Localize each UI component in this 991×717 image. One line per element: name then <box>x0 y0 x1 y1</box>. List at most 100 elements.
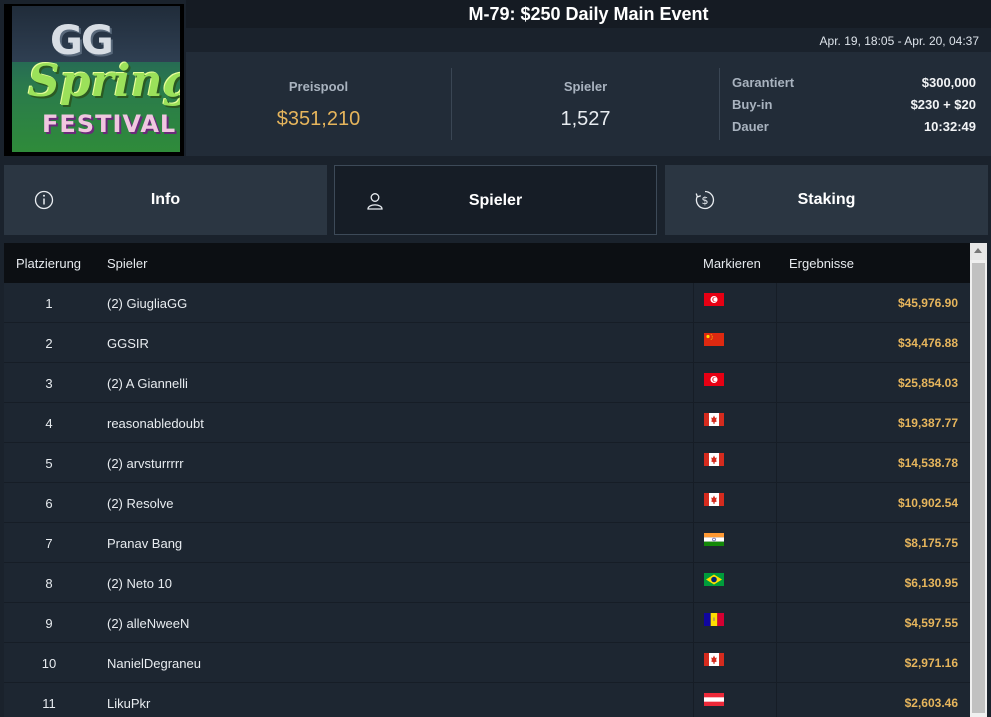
column-divider <box>693 363 694 403</box>
row-result: $14,538.78 <box>897 456 958 470</box>
column-divider <box>693 523 694 563</box>
row-result: $8,175.75 <box>904 536 958 550</box>
column-divider <box>776 363 777 403</box>
table-row[interactable]: 1 (2) GiugliaGG $45,976.90 <box>4 283 970 323</box>
row-rank: 3 <box>45 376 53 391</box>
column-divider <box>693 323 694 363</box>
row-player-name: (2) arvsturrrrr <box>107 456 184 471</box>
row-rank: 5 <box>45 456 53 471</box>
canada-flag-icon[interactable] <box>704 453 724 466</box>
guaranteed-label: Garantiert <box>732 75 795 90</box>
column-divider <box>776 643 777 683</box>
column-divider <box>693 563 694 603</box>
row-player-name: Pranav Bang <box>107 536 183 551</box>
event-logo: GG Spring FESTIVAL <box>4 4 184 156</box>
row-rank: 9 <box>45 616 53 631</box>
row-result: $19,387.77 <box>897 416 958 430</box>
row-player-name: (2) A Giannelli <box>107 376 188 391</box>
scroll-thumb[interactable] <box>972 263 985 713</box>
column-divider <box>693 443 694 483</box>
stats-panel: Preispool $351,210 Spieler 1,527 Garanti… <box>186 52 991 156</box>
tab-info[interactable]: Info <box>4 165 327 235</box>
prizepool-value: $351,210 <box>276 108 361 130</box>
table-row[interactable]: 10 NanielDegraneu $2,971.16 <box>4 643 970 683</box>
tournament-lobby: GG Spring FESTIVAL M-79: $250 Daily Main… <box>0 0 991 717</box>
row-rank: 2 <box>45 336 53 351</box>
china-flag-icon[interactable] <box>704 333 724 346</box>
column-divider <box>776 403 777 443</box>
row-rank: 6 <box>45 496 53 511</box>
canada-flag-icon[interactable] <box>704 653 724 666</box>
table-row[interactable]: 8 (2) Neto 10 $6,130.95 <box>4 563 970 603</box>
logo-festival-text: FESTIVAL <box>42 110 177 138</box>
event-date-range: Apr. 19, 18:05 - Apr. 20, 04:37 <box>819 34 979 48</box>
india-flag-icon[interactable] <box>704 533 724 546</box>
column-divider <box>776 443 777 483</box>
column-divider <box>693 683 694 717</box>
andorra-flag-icon[interactable] <box>704 613 724 626</box>
tunisia-flag-icon[interactable] <box>704 373 724 386</box>
row-rank: 11 <box>42 696 56 711</box>
prizepool-label: Preispool <box>288 79 349 94</box>
austria-flag-icon[interactable] <box>704 693 724 706</box>
tab-players-label: Spieler <box>468 192 523 209</box>
tab-staking-label: Staking <box>797 191 856 208</box>
table-scrollbar[interactable] <box>970 243 987 717</box>
table-row[interactable]: 5 (2) arvsturrrrr $14,538.78 <box>4 443 970 483</box>
header-results[interactable]: Ergebnisse <box>789 256 854 271</box>
row-player-name: (2) alleNweeN <box>107 616 190 631</box>
row-player-name: reasonabledoubt <box>107 416 204 431</box>
header-player[interactable]: Spieler <box>107 256 147 271</box>
row-result: $10,902.54 <box>897 496 958 510</box>
row-result: $34,476.88 <box>897 336 958 350</box>
table-row[interactable]: 6 (2) Resolve $10,902.54 <box>4 483 970 523</box>
table-row[interactable]: 2 GGSIR $34,476.88 <box>4 323 970 363</box>
column-divider <box>693 643 694 683</box>
row-result: $4,597.55 <box>904 616 958 630</box>
row-player-name: (2) Neto 10 <box>107 576 173 591</box>
tab-staking[interactable]: $ Staking <box>665 165 988 235</box>
prizepool-stat: Preispool $351,210 <box>186 52 451 156</box>
column-divider <box>776 483 777 523</box>
title-bar: M-79: $250 Daily Main Event <box>186 0 991 28</box>
table-row[interactable]: 11 LikuPkr $2,603.46 <box>4 683 970 717</box>
tab-info-label: Info <box>150 191 181 208</box>
table-row[interactable]: 9 (2) alleNweeN $4,597.55 <box>4 603 970 643</box>
brazil-flag-icon[interactable] <box>704 573 724 586</box>
row-result: $2,971.16 <box>904 656 958 670</box>
column-divider <box>776 283 777 323</box>
column-divider <box>693 283 694 323</box>
column-divider <box>776 563 777 603</box>
row-result: $2,603.46 <box>904 696 958 710</box>
canada-flag-icon[interactable] <box>704 493 724 506</box>
row-rank: 10 <box>41 656 57 671</box>
table-row[interactable]: 3 (2) A Giannelli $25,854.03 <box>4 363 970 403</box>
players-label: Spieler <box>563 79 608 94</box>
buyin-label: Buy-in <box>732 97 773 112</box>
logo-artwork: GG Spring FESTIVAL <box>12 6 180 152</box>
row-rank: 4 <box>45 416 53 431</box>
row-player-name: (2) GiugliaGG <box>107 296 188 311</box>
canada-flag-icon[interactable] <box>704 413 724 426</box>
row-player-name: GGSIR <box>107 336 149 351</box>
row-result: $25,854.03 <box>897 376 958 390</box>
logo-spring-text: Spring <box>28 56 180 107</box>
column-divider <box>693 403 694 443</box>
row-player-name: (2) Resolve <box>107 496 174 511</box>
header-mark[interactable]: Markieren <box>703 256 761 271</box>
row-rank: 1 <box>45 296 53 311</box>
players-stat: Spieler 1,527 <box>452 52 719 156</box>
table-row[interactable]: 4 reasonabledoubt $19,387.77 <box>4 403 970 443</box>
table-row[interactable]: 7 Pranav Bang $8,175.75 <box>4 523 970 563</box>
duration-label: Dauer <box>732 119 769 134</box>
players-value: 1,527 <box>560 108 611 130</box>
column-divider <box>693 603 694 643</box>
table-header: Platzierung Spieler Markieren Ergebnisse <box>4 243 970 283</box>
row-rank: 8 <box>45 576 53 591</box>
header-rank[interactable]: Platzierung <box>16 256 81 271</box>
row-player-name: LikuPkr <box>107 696 151 711</box>
tab-players[interactable]: Spieler <box>334 165 657 235</box>
tunisia-flag-icon[interactable] <box>704 293 724 306</box>
scroll-up-arrow[interactable] <box>970 243 987 260</box>
column-divider <box>693 483 694 523</box>
